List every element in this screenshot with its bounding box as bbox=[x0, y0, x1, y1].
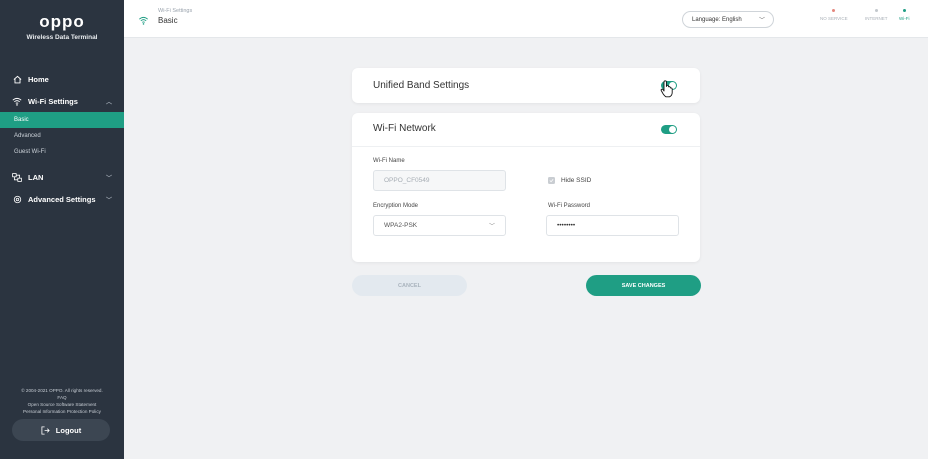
chevron-down-icon: ﹀ bbox=[105, 175, 112, 182]
brand-subtitle: Wireless Data Terminal bbox=[26, 34, 98, 41]
encryption-mode-label: Encryption Mode bbox=[373, 203, 419, 209]
open-source-link[interactable]: Open Source Software Statement bbox=[0, 401, 124, 408]
lan-icon bbox=[12, 172, 22, 182]
hide-ssid-label: Hide SSID bbox=[561, 177, 592, 184]
chevron-down-icon: ﹀ bbox=[488, 224, 495, 230]
status-wifi: Wi-Fi bbox=[899, 9, 910, 21]
hand-cursor-icon bbox=[660, 80, 674, 103]
status-label: Wi-Fi bbox=[899, 16, 910, 21]
encryption-mode-value: WPA2-PSK bbox=[384, 222, 418, 229]
wifi-status-icon bbox=[902, 9, 906, 12]
cancel-button[interactable]: CANCEL bbox=[352, 275, 467, 296]
breadcrumb-parent: Wi-Fi Settings bbox=[158, 8, 193, 14]
sidebar-item-home[interactable]: Home bbox=[0, 68, 124, 90]
logout-label: Logout bbox=[55, 425, 82, 435]
encryption-mode-select[interactable]: WPA2-PSK ﹀ bbox=[373, 215, 506, 236]
sidebar-subitem-advanced[interactable]: Advanced bbox=[0, 128, 124, 144]
wifi-icon bbox=[138, 12, 149, 30]
internet-icon bbox=[874, 9, 878, 12]
language-value: English bbox=[722, 16, 742, 23]
status-label: INTERNET bbox=[865, 16, 888, 21]
brand: oppo Wireless Data Terminal bbox=[0, 0, 124, 56]
wifi-password-label: Wi-Fi Password bbox=[548, 203, 591, 209]
wifi-network-title: Wi-Fi Network bbox=[373, 123, 436, 134]
wifi-network-card: Wi-Fi Network Wi-Fi Name OPPO_CF0549 Hid… bbox=[352, 113, 700, 262]
oppo-logo: oppo bbox=[39, 12, 85, 31]
sidebar: oppo Wireless Data Terminal Home Wi-Fi S… bbox=[0, 0, 124, 459]
sidebar-item-label: Wi-Fi Settings bbox=[28, 96, 78, 106]
chevron-up-icon: ︿ bbox=[105, 99, 112, 106]
language-select[interactable]: Language: English ﹀ bbox=[682, 11, 774, 28]
privacy-policy-link[interactable]: Personal Information Protection Policy bbox=[0, 408, 124, 415]
sidebar-item-advanced-settings[interactable]: Advanced Settings ﹀ bbox=[0, 188, 124, 210]
wifi-icon bbox=[12, 96, 22, 106]
wifi-name-value: OPPO_CF0549 bbox=[384, 177, 430, 184]
language-label: Language: bbox=[692, 16, 721, 23]
chevron-down-icon: ﹀ bbox=[105, 197, 112, 204]
wifi-password-value: •••••••• bbox=[557, 222, 576, 229]
sidebar-footer: © 2004-2021 OPPO. All rights reserved. F… bbox=[0, 387, 124, 415]
wifi-network-toggle[interactable] bbox=[661, 125, 677, 134]
chevron-down-icon: ﹀ bbox=[758, 18, 765, 24]
signal-icon bbox=[832, 9, 836, 12]
page-title: Basic bbox=[158, 16, 178, 25]
logout-button[interactable]: Logout bbox=[12, 419, 110, 441]
toggle-knob bbox=[669, 126, 676, 133]
wifi-password-input[interactable]: •••••••• bbox=[546, 215, 679, 236]
sidebar-subitem-basic[interactable]: Basic bbox=[0, 112, 124, 128]
top-bar: Wi-Fi Settings Basic Language: English ﹀… bbox=[124, 0, 928, 38]
copyright-text: © 2004-2021 OPPO. All rights reserved. bbox=[21, 388, 103, 393]
hide-ssid-row: Hide SSID bbox=[548, 177, 591, 184]
sidebar-subitem-guest-wifi[interactable]: Guest Wi-Fi bbox=[0, 144, 124, 160]
wifi-name-label: Wi-Fi Name bbox=[373, 158, 405, 164]
status-internet: INTERNET bbox=[865, 9, 888, 21]
sidebar-item-wifi-settings[interactable]: Wi-Fi Settings ︿ bbox=[0, 90, 124, 112]
sidebar-item-label: Advanced Settings bbox=[28, 194, 96, 204]
sidebar-item-label: LAN bbox=[28, 172, 44, 182]
unified-band-card: Unified Band Settings bbox=[352, 68, 700, 103]
status-no-service: NO SERVICE bbox=[820, 9, 848, 21]
home-icon bbox=[12, 74, 22, 84]
unified-band-title: Unified Band Settings bbox=[373, 80, 470, 91]
status-label: NO SERVICE bbox=[820, 16, 848, 21]
gear-icon bbox=[12, 194, 22, 204]
faq-link[interactable]: FAQ bbox=[0, 394, 124, 401]
sidebar-item-label: Home bbox=[28, 74, 49, 84]
save-changes-button[interactable]: SAVE CHANGES bbox=[586, 275, 701, 296]
hide-ssid-checkbox[interactable] bbox=[548, 177, 555, 184]
card-divider bbox=[352, 146, 700, 147]
wifi-name-input[interactable]: OPPO_CF0549 bbox=[373, 170, 506, 191]
sidebar-item-lan[interactable]: LAN ﹀ bbox=[0, 166, 124, 188]
logout-icon bbox=[41, 425, 50, 435]
sidebar-nav: Home Wi-Fi Settings ︿ Basic Advanced Gue… bbox=[0, 68, 124, 210]
